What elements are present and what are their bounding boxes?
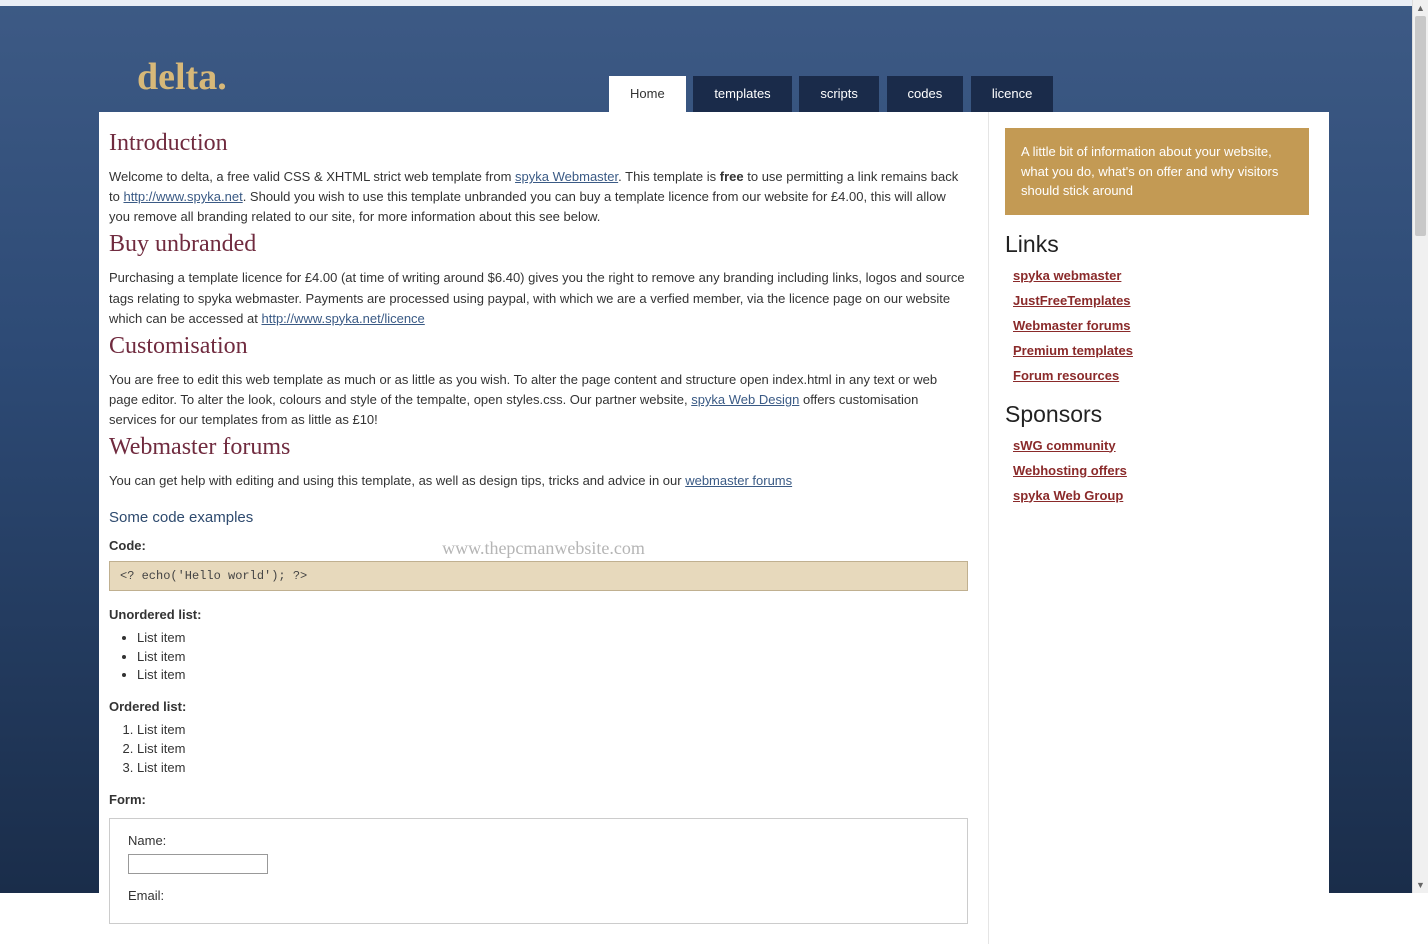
header: delta. Home templates scripts codes lice…	[99, 0, 1329, 112]
link-spyka-web-design[interactable]: spyka Web Design	[691, 392, 799, 407]
buy-paragraph: Purchasing a template licence for £4.00 …	[109, 268, 968, 328]
list-item: List item	[137, 629, 968, 648]
sidebar-links-list: spyka webmaster JustFreeTemplates Webmas…	[1013, 268, 1309, 383]
label-form: Form:	[109, 790, 968, 810]
link-webmaster-forums[interactable]: webmaster forums	[685, 473, 792, 488]
nav-home[interactable]: Home	[609, 76, 686, 112]
scrollbar[interactable]: ▲ ▼	[1412, 0, 1428, 893]
label-unordered-list: Unordered list:	[109, 605, 968, 625]
label-email: Email:	[128, 888, 949, 903]
page-container: delta. Home templates scripts codes lice…	[99, 0, 1329, 944]
form-container: Name: Email:	[109, 818, 968, 924]
content-wrap: Introduction Welcome to delta, a free va…	[99, 112, 1329, 944]
text: Welcome to delta, a free valid CSS & XHT…	[109, 169, 515, 184]
sidebar-sponsors-list: sWG community Webhosting offers spyka We…	[1013, 438, 1309, 503]
label-code: Code:	[109, 536, 968, 556]
sidebar-link[interactable]: spyka Web Group	[1013, 488, 1309, 503]
label-name: Name:	[128, 833, 949, 848]
heading-customisation: Customisation	[109, 333, 968, 360]
list-item: List item	[137, 648, 968, 667]
sidebar-link[interactable]: spyka webmaster	[1013, 268, 1309, 283]
list-item: List item	[137, 721, 968, 740]
sidebar-link[interactable]: Premium templates	[1013, 343, 1309, 358]
text: Purchasing a template licence for £4.00 …	[109, 270, 965, 325]
list-item: List item	[137, 740, 968, 759]
text: You can get help with editing and using …	[109, 473, 685, 488]
heading-webmaster-forums: Webmaster forums	[109, 434, 968, 461]
nav-licence[interactable]: licence	[971, 76, 1053, 112]
sidebar-heading-links: Links	[1005, 231, 1309, 258]
heading-code-examples: Some code examples	[109, 509, 968, 526]
intro-paragraph: Welcome to delta, a free valid CSS & XHT…	[109, 167, 968, 227]
sidebar-link[interactable]: Webmaster forums	[1013, 318, 1309, 333]
ordered-list: List item List item List item	[137, 721, 968, 778]
code-block: <? echo('Hello world'); ?>	[109, 561, 968, 591]
forums-paragraph: You can get help with editing and using …	[109, 471, 968, 491]
nav-codes[interactable]: codes	[887, 76, 964, 112]
main-nav: Home templates scripts codes licence	[609, 76, 1057, 112]
label-ordered-list: Ordered list:	[109, 697, 968, 717]
heading-buy-unbranded: Buy unbranded	[109, 231, 968, 258]
list-item: List item	[137, 759, 968, 778]
sidebar-heading-sponsors: Sponsors	[1005, 401, 1309, 428]
text: . This template is	[618, 169, 720, 184]
nav-templates[interactable]: templates	[693, 76, 791, 112]
sidebar-link[interactable]: Forum resources	[1013, 368, 1309, 383]
unordered-list: List item List item List item	[137, 629, 968, 686]
sidebar-link[interactable]: sWG community	[1013, 438, 1309, 453]
link-spyka-licence[interactable]: http://www.spyka.net/licence	[261, 311, 424, 326]
sidebar-link[interactable]: JustFreeTemplates	[1013, 293, 1309, 308]
nav-scripts[interactable]: scripts	[799, 76, 879, 112]
scroll-thumb[interactable]	[1415, 16, 1426, 236]
sidebar: A little bit of information about your w…	[989, 112, 1329, 944]
link-spyka-net[interactable]: http://www.spyka.net	[123, 189, 242, 204]
text-bold-free: free	[720, 169, 744, 184]
link-spyka-webmaster[interactable]: spyka Webmaster	[515, 169, 618, 184]
list-item: List item	[137, 666, 968, 685]
name-field[interactable]	[128, 854, 268, 874]
scroll-up-arrow-icon[interactable]: ▲	[1413, 0, 1428, 16]
main-column: Introduction Welcome to delta, a free va…	[99, 112, 989, 944]
heading-introduction: Introduction	[109, 130, 968, 157]
scroll-down-arrow-icon[interactable]: ▼	[1413, 877, 1428, 893]
sidebar-link[interactable]: Webhosting offers	[1013, 463, 1309, 478]
custom-paragraph: You are free to edit this web template a…	[109, 370, 968, 430]
info-box: A little bit of information about your w…	[1005, 128, 1309, 215]
